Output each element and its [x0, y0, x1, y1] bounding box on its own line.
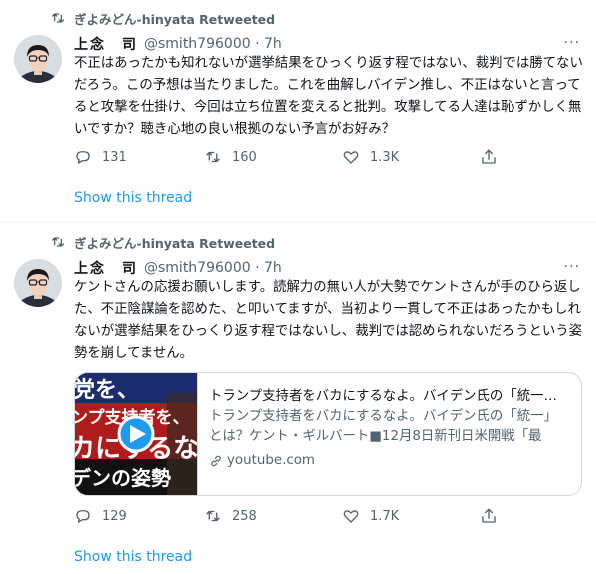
card-text: トランプ支持者をバカにするなよ。バイデン氏の「統一」とは？ケント・ギルバート ト…	[209, 387, 569, 471]
card-domain: youtube.com	[227, 453, 315, 468]
like-button[interactable]: 1.3K	[342, 148, 399, 166]
more-options-icon[interactable]: ···	[564, 259, 580, 275]
tweet-text: 不正はあったかも知れないが選挙結果をひっくり返す程ではない、裁判では勝てないだろ…	[74, 56, 583, 137]
retweet-icon	[206, 510, 220, 522]
retweet-count: 258	[232, 508, 257, 524]
tweet-header: 上念 司 @smith796000 · 7h ···	[74, 257, 580, 279]
retweet-label[interactable]: ぎよみどん-hinyata Retweeted	[74, 9, 275, 28]
like-button[interactable]: 1.7K	[342, 507, 399, 525]
share-button[interactable]	[480, 148, 508, 166]
heart-icon	[343, 510, 359, 523]
heart-icon	[343, 151, 359, 164]
share-button[interactable]	[480, 507, 508, 525]
video-thumbnail[interactable]: 党を、 ンプ支持者を、 カにするな デンの姿勢	[75, 373, 198, 495]
avatar[interactable]	[14, 35, 62, 83]
display-name[interactable]: 上念 司	[74, 34, 138, 54]
handle-timestamp[interactable]: @smith796000 · 7h	[144, 36, 282, 52]
retweet-indicator: ぎよみどん-hinyata Retweeted	[50, 9, 275, 27]
show-thread-link[interactable]: Show this thread	[74, 190, 192, 206]
retweet-button[interactable]: 160	[204, 148, 257, 166]
retweet-indicator: ぎよみどん-hinyata Retweeted	[50, 233, 275, 251]
like-count: 1.7K	[370, 508, 400, 524]
reply-icon	[76, 151, 90, 164]
retweet-icon	[52, 237, 64, 247]
display-name[interactable]: 上念 司	[74, 258, 138, 278]
thumb-line-4: デンの姿勢	[75, 466, 171, 490]
reply-button[interactable]: 131	[74, 148, 127, 166]
card-title: トランプ支持者をバカにするなよ。バイデン氏の「統一」とは？ケント・ギルバート	[209, 389, 569, 404]
retweet-label[interactable]: ぎよみどん-hinyata Retweeted	[74, 233, 275, 252]
card-description: トランプ支持者をバカにするなよ。バイデン氏の「統一」とは？ケント・ギルバート■1…	[209, 409, 557, 444]
tweet-actions: 129 258 1.7K	[74, 507, 504, 527]
share-icon	[482, 149, 496, 164]
thumb-line-1: 党を、	[75, 378, 139, 403]
retweet-count: 160	[232, 149, 257, 165]
card-domain-row: youtube.com	[209, 451, 569, 471]
handle-timestamp[interactable]: @smith796000 · 7h	[144, 260, 282, 276]
tweet-header: 上念 司 @smith796000 · 7h ···	[74, 33, 580, 55]
reply-count: 131	[102, 149, 127, 165]
link-icon	[211, 455, 221, 467]
retweet-button[interactable]: 258	[204, 507, 257, 525]
link-card[interactable]: 党を、 ンプ支持者を、 カにするな デンの姿勢 トランプ支持者をバカにするなよ。…	[74, 372, 582, 496]
like-count: 1.3K	[370, 149, 400, 165]
more-options-icon[interactable]: ···	[564, 35, 580, 51]
retweet-icon	[52, 13, 64, 23]
tweet-text: ケントさんの応援お願いします。読解力の無い人が大勢でケントさんが手のひら返した、…	[74, 280, 583, 361]
retweet-icon	[206, 151, 220, 163]
reply-button[interactable]: 129	[74, 507, 127, 525]
tweet[interactable]: ぎよみどん-hinyata Retweeted 上念 司 @smith79600…	[0, 0, 596, 220]
avatar[interactable]	[14, 259, 62, 307]
show-thread-link[interactable]: Show this thread	[74, 549, 192, 565]
reply-icon	[76, 510, 90, 523]
share-icon	[482, 508, 496, 523]
tweet-actions: 131 160 1.3K	[74, 148, 504, 168]
reply-count: 129	[102, 508, 127, 524]
